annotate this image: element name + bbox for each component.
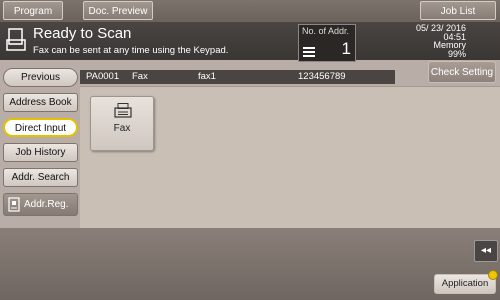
application-button[interactable]: Application (434, 274, 496, 294)
sidebar-item-direct-input[interactable]: Direct Input (3, 118, 78, 137)
address-count-box[interactable]: No. of Addr. 1 (298, 24, 356, 62)
rewind-icon[interactable]: ◂◂ (474, 240, 498, 262)
bottom-bar (0, 228, 500, 300)
sidebar-item-address-book[interactable]: Address Book (3, 93, 78, 112)
addr-reg-label: Addr.Reg. (24, 199, 69, 210)
program-button[interactable]: Program (3, 1, 63, 20)
address-register-icon (8, 197, 20, 212)
sidebar-item-job-history[interactable]: Job History (3, 143, 78, 162)
entry-id: PA0001 (86, 71, 120, 82)
previous-button[interactable]: Previous (3, 68, 78, 87)
fax-button-label: Fax (113, 123, 131, 134)
direct-input-panel: Fax (80, 86, 500, 229)
notification-dot-icon (488, 270, 498, 280)
status-message: Fax can be sent at any time using the Ke… (33, 45, 229, 56)
address-count-label: No. of Addr. (302, 26, 350, 36)
fax-icon (114, 103, 132, 118)
date-time-memory: 05/ 23/ 2016 04:51 Memory 99% (386, 24, 466, 58)
address-count-value: 1 (341, 39, 351, 58)
list-icon (303, 47, 315, 57)
addr-reg-button[interactable]: Addr.Reg. (3, 193, 78, 216)
entry-type: Fax (132, 71, 148, 82)
document-scan-icon (6, 28, 26, 51)
job-list-button[interactable]: Job List (420, 1, 496, 20)
sidebar-item-addr-search[interactable]: Addr. Search (3, 168, 78, 187)
fax-button[interactable]: Fax (90, 96, 154, 151)
destination-entry[interactable]: PA0001 Fax fax1 123456789 (80, 70, 395, 84)
entry-name: fax1 (198, 71, 216, 82)
memory-value: 99% (447, 48, 466, 59)
check-setting-button[interactable]: Check Setting (428, 61, 496, 83)
entry-number: 123456789 (298, 71, 346, 82)
page-title: Ready to Scan (33, 25, 132, 42)
doc-preview-button[interactable]: Doc. Preview (83, 1, 153, 20)
